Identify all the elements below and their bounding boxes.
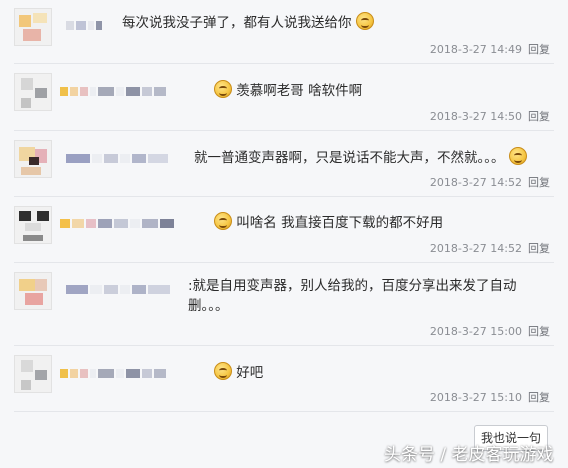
comment-meta: 2018-3-27 14:52 回复 <box>430 240 550 256</box>
reply-link[interactable]: 回复 <box>528 325 550 338</box>
avatar[interactable] <box>14 272 52 310</box>
divider <box>14 411 554 412</box>
smiley-emoji-icon <box>214 80 232 98</box>
reply-link[interactable]: 回复 <box>528 391 550 404</box>
watermark: 头条号 / 老皮客玩游戏 <box>384 445 554 465</box>
reply-link[interactable]: 回复 <box>528 110 550 123</box>
comment-time: 2018-3-27 14:52 <box>429 242 522 255</box>
reply-link[interactable]: 回复 <box>528 242 550 255</box>
comment-text: :就是自用变声器，别人给我的，百度分享出来发了自动删。。。 <box>188 278 517 314</box>
username-blurred[interactable] <box>60 218 176 228</box>
divider <box>14 196 554 197</box>
divider <box>14 63 554 64</box>
username-blurred[interactable] <box>60 368 168 378</box>
comment-meta: 2018-3-27 14:49 回复 <box>430 41 550 57</box>
divider <box>14 262 554 263</box>
comment-meta: 2018-3-27 14:52 回复 <box>430 174 550 190</box>
comment-time: 2018-3-27 14:50 <box>429 110 522 123</box>
thinking-emoji-icon <box>214 362 232 380</box>
avatar[interactable] <box>14 206 52 244</box>
username-blurred[interactable] <box>66 153 170 163</box>
reply-link[interactable]: 回复 <box>528 176 550 189</box>
comment-time: 2018-3-27 15:00 <box>429 325 522 338</box>
username-blurred[interactable] <box>60 86 168 96</box>
comment-time: 2018-3-27 14:52 <box>429 176 522 189</box>
avatar[interactable] <box>14 140 52 178</box>
avatar[interactable] <box>14 8 52 46</box>
divider <box>14 130 554 131</box>
comment-text: 好吧 <box>214 362 263 383</box>
comment-meta: 2018-3-27 15:10 回复 <box>430 389 550 405</box>
comment-text: 叫啥名 我直接百度下载的都不好用 <box>214 212 443 233</box>
username-blurred[interactable] <box>66 20 104 30</box>
comment-time: 2018-3-27 15:10 <box>429 391 522 404</box>
comment-text: 每次说我没子弹了，都有人说我送给你 <box>122 12 374 33</box>
comment-time: 2018-3-27 14:49 <box>429 43 522 56</box>
smiley-emoji-icon <box>214 212 232 230</box>
smiley-emoji-icon <box>355 12 374 30</box>
smiley-emoji-icon <box>508 147 527 165</box>
comment-text: 就一普通变声器啊，只是说话不能大声，不然就。。。 <box>194 147 527 168</box>
comment-meta: 2018-3-27 14:50 回复 <box>430 108 550 124</box>
divider <box>14 345 554 346</box>
avatar[interactable] <box>14 355 52 393</box>
comment-text: 羡慕啊老哥 啥软件啊 <box>214 80 362 101</box>
username-blurred[interactable] <box>66 284 172 294</box>
comment-meta: 2018-3-27 15:00 回复 <box>430 323 550 339</box>
avatar[interactable] <box>14 73 52 111</box>
reply-link[interactable]: 回复 <box>528 43 550 56</box>
